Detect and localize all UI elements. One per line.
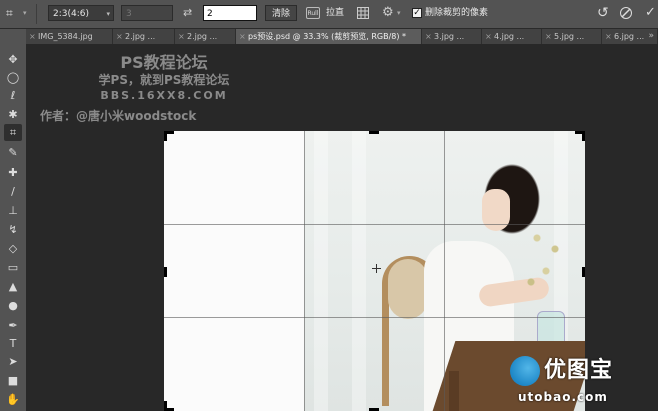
eraser-icon[interactable]: ◇ bbox=[4, 240, 22, 257]
bird-logo-icon bbox=[510, 356, 540, 386]
tab-2jpg-b[interactable]: × 2.jpg ... bbox=[175, 29, 236, 44]
close-icon[interactable]: × bbox=[116, 29, 123, 44]
gradient-icon[interactable]: ▭ bbox=[4, 259, 22, 276]
curtain-fold bbox=[314, 131, 328, 411]
crop-handle-left[interactable] bbox=[164, 267, 167, 277]
watermark-url: BBS.16XX8.COM bbox=[100, 89, 228, 102]
tab-5jpg[interactable]: × 5.jpg ... bbox=[542, 29, 602, 44]
crop-handle-top-right[interactable] bbox=[575, 131, 585, 141]
tab-label: IMG_5384.jpg bbox=[38, 32, 93, 41]
checkmark-icon[interactable]: ✓ bbox=[645, 5, 656, 21]
type-icon[interactable]: T bbox=[4, 335, 22, 352]
move-tool-icon[interactable]: ✥ bbox=[4, 51, 22, 68]
close-icon[interactable]: × bbox=[545, 29, 552, 44]
aspect-ratio-value: 2:3(4:6) bbox=[53, 9, 89, 19]
tab-2jpg[interactable]: × 2.jpg ... bbox=[113, 29, 175, 44]
close-icon[interactable]: × bbox=[605, 29, 612, 44]
grid-icon[interactable] bbox=[357, 7, 369, 19]
toolbox: ✥ ◯ ℓ ✱ ⌗ ✎ ✚ / ⊥ ↯ ◇ ▭ ▲ ● ✒ T ➤ ■ ✋ bbox=[0, 29, 27, 411]
tab-4jpg[interactable]: × 4.jpg ... bbox=[482, 29, 542, 44]
history-brush-icon[interactable]: ↯ bbox=[4, 221, 22, 238]
watermark-subtitle: 学PS，就到PS教程论坛 bbox=[98, 73, 230, 87]
crop-center-crosshair[interactable] bbox=[372, 264, 381, 273]
crop-icon[interactable]: ⌗ bbox=[6, 5, 13, 21]
tab-psd-active[interactable]: × ps预设.psd @ 33.3% (裁剪预览, RGB/8) * bbox=[236, 29, 422, 44]
shape-icon[interactable]: ■ bbox=[4, 372, 22, 389]
stamp-icon[interactable]: ⊥ bbox=[4, 202, 22, 219]
tab-label: 6.jpg ... bbox=[614, 32, 645, 41]
swap-arrows-icon[interactable]: ⇄ bbox=[183, 5, 195, 21]
reset-icon[interactable]: ↺ bbox=[597, 5, 609, 21]
dodge-icon[interactable]: ● bbox=[4, 297, 22, 314]
clear-button[interactable]: 清除 bbox=[265, 5, 297, 21]
tab-label: 2.jpg ... bbox=[187, 32, 218, 41]
crop-grid-line bbox=[164, 224, 585, 225]
site-logo: 优图宝 utobao.com bbox=[504, 350, 658, 411]
tab-label: 5.jpg ... bbox=[554, 32, 585, 41]
close-icon[interactable]: × bbox=[425, 29, 432, 44]
crop-tool-icon[interactable]: ⌗ bbox=[4, 124, 22, 141]
crop-handle-top[interactable] bbox=[369, 131, 379, 134]
divider bbox=[36, 4, 37, 24]
tab-label: 2.jpg ... bbox=[125, 32, 156, 41]
logo-name: 优图宝 bbox=[544, 358, 614, 383]
chevron-down-icon: ▾ bbox=[106, 10, 110, 18]
tab-label: ps预设.psd @ 33.3% (裁剪预览, RGB/8) * bbox=[248, 32, 407, 41]
close-icon[interactable]: × bbox=[178, 29, 185, 44]
options-bar: ⌗ ▾ 2:3(4:6) ▾ 3 ⇄ 2 清除 Rull 拉直 ⚙ ▾ ✓ 删除… bbox=[0, 0, 658, 29]
straighten-label[interactable]: 拉直 bbox=[326, 5, 344, 21]
close-icon[interactable]: × bbox=[29, 29, 36, 44]
tab-label: 4.jpg ... bbox=[494, 32, 525, 41]
empty-canvas-region bbox=[164, 131, 304, 411]
gear-icon[interactable]: ⚙ bbox=[382, 5, 396, 21]
delete-cropped-checkbox[interactable]: ✓ bbox=[412, 8, 422, 18]
marquee-tool-icon[interactable]: ◯ bbox=[4, 69, 22, 86]
crop-handle-right[interactable] bbox=[582, 267, 585, 277]
pen-icon[interactable]: ✒ bbox=[4, 317, 22, 334]
blur-icon[interactable]: ▲ bbox=[4, 278, 22, 295]
path-select-icon[interactable]: ➤ bbox=[4, 353, 22, 370]
tab-img5384[interactable]: × IMG_5384.jpg bbox=[26, 29, 113, 44]
watermark-author: 作者：@唐小米woodstock bbox=[40, 109, 197, 123]
logo-url: utobao.com bbox=[518, 390, 608, 404]
eyedropper-icon[interactable]: ✎ bbox=[4, 144, 22, 161]
aspect-ratio-select[interactable]: 2:3(4:6) ▾ bbox=[48, 5, 114, 21]
crop-grid-line bbox=[444, 131, 445, 411]
crop-grid-line bbox=[164, 317, 585, 318]
cancel-icon[interactable] bbox=[620, 7, 632, 19]
magic-wand-icon[interactable]: ✱ bbox=[4, 106, 22, 123]
document-tabs: × IMG_5384.jpg × 2.jpg ... × 2.jpg ... × ps预… bbox=[26, 29, 658, 44]
table-leg bbox=[449, 371, 459, 411]
curtain-fold bbox=[352, 131, 366, 411]
tab-label: 3.jpg ... bbox=[434, 32, 465, 41]
chevron-down-icon[interactable]: ▾ bbox=[397, 5, 401, 21]
close-icon[interactable]: × bbox=[485, 29, 492, 44]
crop-grid-line bbox=[304, 131, 305, 411]
flowers bbox=[519, 216, 579, 326]
chevron-down-icon[interactable]: ▾ bbox=[23, 5, 27, 21]
watermark-title: PS教程论坛 bbox=[120, 53, 208, 72]
healing-brush-icon[interactable]: ✚ bbox=[4, 164, 22, 181]
hand-icon[interactable]: ✋ bbox=[4, 391, 22, 408]
lasso-tool-icon[interactable]: ℓ bbox=[4, 87, 22, 104]
crop-handle-bottom-left[interactable] bbox=[164, 401, 174, 411]
brush-icon[interactable]: / bbox=[4, 183, 22, 200]
chair-cushion bbox=[388, 259, 428, 319]
straighten-icon[interactable]: Rull bbox=[306, 7, 320, 19]
crop-handle-top-left[interactable] bbox=[164, 131, 174, 141]
delete-cropped-label[interactable]: 删除裁剪的像素 bbox=[425, 5, 488, 21]
height-input[interactable]: 2 bbox=[203, 5, 257, 21]
tabs-overflow-icon[interactable]: » bbox=[648, 29, 654, 44]
tab-3jpg[interactable]: × 3.jpg ... bbox=[422, 29, 482, 44]
width-input[interactable]: 3 bbox=[121, 5, 173, 21]
close-icon[interactable]: × bbox=[239, 29, 246, 44]
